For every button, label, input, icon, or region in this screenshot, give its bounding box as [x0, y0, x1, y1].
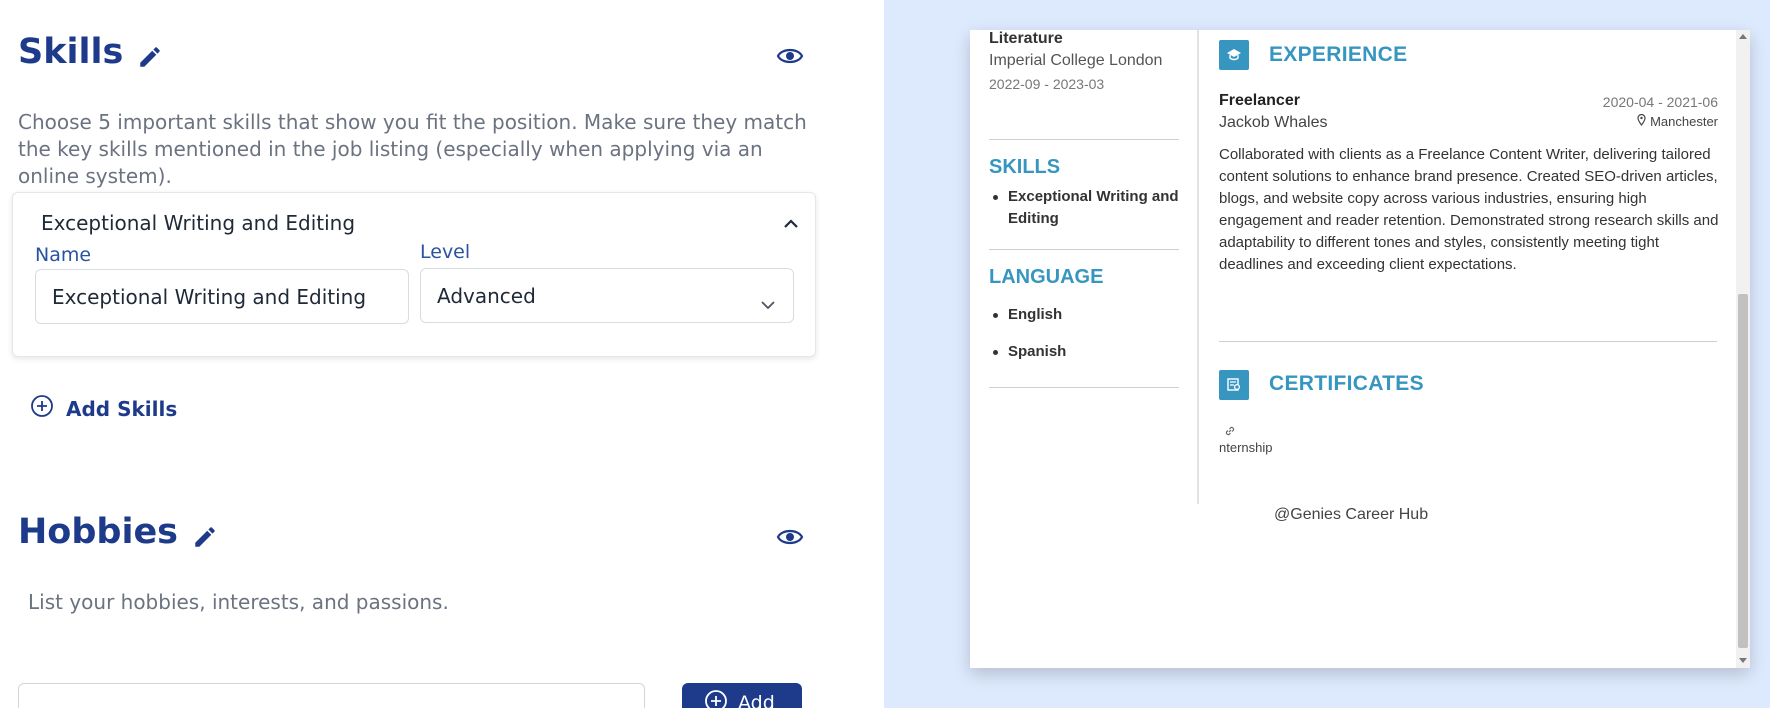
- column-divider: [1197, 30, 1199, 504]
- skills-description: Choose 5 important skills that show you …: [18, 110, 807, 188]
- toggle-skills-visibility-eye-icon[interactable]: [776, 45, 804, 67]
- link-icon[interactable]: [1223, 424, 1237, 438]
- add-skills-label: Add Skills: [66, 396, 178, 421]
- hobbies-description: List your hobbies, interests, and passio…: [28, 590, 449, 614]
- add-hobby-label: Add: [738, 692, 775, 708]
- skill-level-label: Level: [420, 241, 471, 263]
- language-item: English: [989, 304, 1066, 326]
- job-location-text: Manchester: [1650, 114, 1718, 129]
- skill-name-input[interactable]: Exceptional Writing and Editing: [35, 269, 409, 324]
- editor-panel: Skills Choose 5 important skills that sh…: [0, 0, 884, 708]
- job-company: Jackob Whales: [1219, 114, 1328, 131]
- scrollbar-thumb[interactable]: [1738, 294, 1748, 648]
- skill-level-value: Advanced: [437, 283, 536, 308]
- skill-card-header[interactable]: Exceptional Writing and Editing: [41, 211, 355, 235]
- education-school: Imperial College London: [989, 52, 1163, 69]
- job-title: Freelancer: [1219, 92, 1300, 109]
- chevron-down-icon: [761, 291, 775, 310]
- resume-certificates-heading: CERTIFICATES: [1269, 372, 1424, 395]
- language-item: Spanish: [989, 341, 1066, 363]
- plus-circle-icon: [30, 394, 54, 423]
- job-description: Collaborated with clients as a Freelance…: [1219, 146, 1719, 273]
- hobby-input[interactable]: [18, 683, 645, 708]
- location-pin-icon: [1637, 113, 1646, 129]
- education-degree: Literature: [989, 30, 1063, 47]
- resume-language-list: English Spanish: [989, 304, 1066, 363]
- scroll-up-arrow-icon[interactable]: [1739, 34, 1747, 39]
- divider: [989, 139, 1179, 140]
- resume-skills-list: Exceptional Writing and Editing: [989, 186, 1179, 230]
- preview-scrollbar[interactable]: [1736, 30, 1750, 668]
- divider: [989, 387, 1179, 388]
- job-location: Manchester: [1637, 113, 1718, 129]
- collapse-chevron-up-icon[interactable]: [783, 215, 799, 228]
- divider: [1219, 341, 1717, 342]
- resume-skill-item: Exceptional Writing and Editing: [989, 186, 1179, 230]
- hobbies-title: Hobbies: [18, 512, 179, 552]
- skill-name-label: Name: [35, 244, 92, 266]
- resume-preview-panel: Literature Imperial College London 2022-…: [884, 0, 1770, 708]
- education-dates: 2022-09 - 2023-03: [989, 76, 1105, 92]
- resume-skills-heading: SKILLS: [989, 156, 1061, 178]
- skills-title: Skills: [18, 32, 124, 72]
- add-hobby-button[interactable]: Add: [682, 683, 802, 708]
- resume-experience-heading: EXPERIENCE: [1269, 43, 1408, 66]
- plus-circle-icon: [704, 689, 728, 708]
- skill-name-value: Exceptional Writing and Editing: [52, 284, 367, 309]
- skills-section-title: Skills: [18, 32, 163, 72]
- hobbies-section-title: Hobbies: [18, 512, 218, 552]
- resume-footer: @Genies Career Hub: [1274, 506, 1429, 523]
- resume-language-heading: LANGUAGE: [989, 266, 1104, 288]
- add-skills-button[interactable]: Add Skills: [30, 394, 177, 423]
- certificate-name: nternship: [1219, 440, 1273, 455]
- edit-hobbies-title-icon[interactable]: [192, 519, 218, 547]
- scroll-down-arrow-icon[interactable]: [1739, 658, 1747, 663]
- skill-card: Exceptional Writing and Editing Name Exc…: [12, 192, 816, 357]
- toggle-hobbies-visibility-eye-icon[interactable]: [776, 526, 804, 548]
- job-dates: 2020-04 - 2021-06: [1602, 94, 1718, 110]
- certificate-icon: [1219, 370, 1249, 400]
- edit-skills-title-icon[interactable]: [137, 39, 163, 67]
- resume-page: Literature Imperial College London 2022-…: [970, 30, 1750, 668]
- divider: [989, 249, 1179, 250]
- graduation-cap-icon: [1219, 40, 1249, 70]
- skill-level-select[interactable]: Advanced: [420, 268, 794, 323]
